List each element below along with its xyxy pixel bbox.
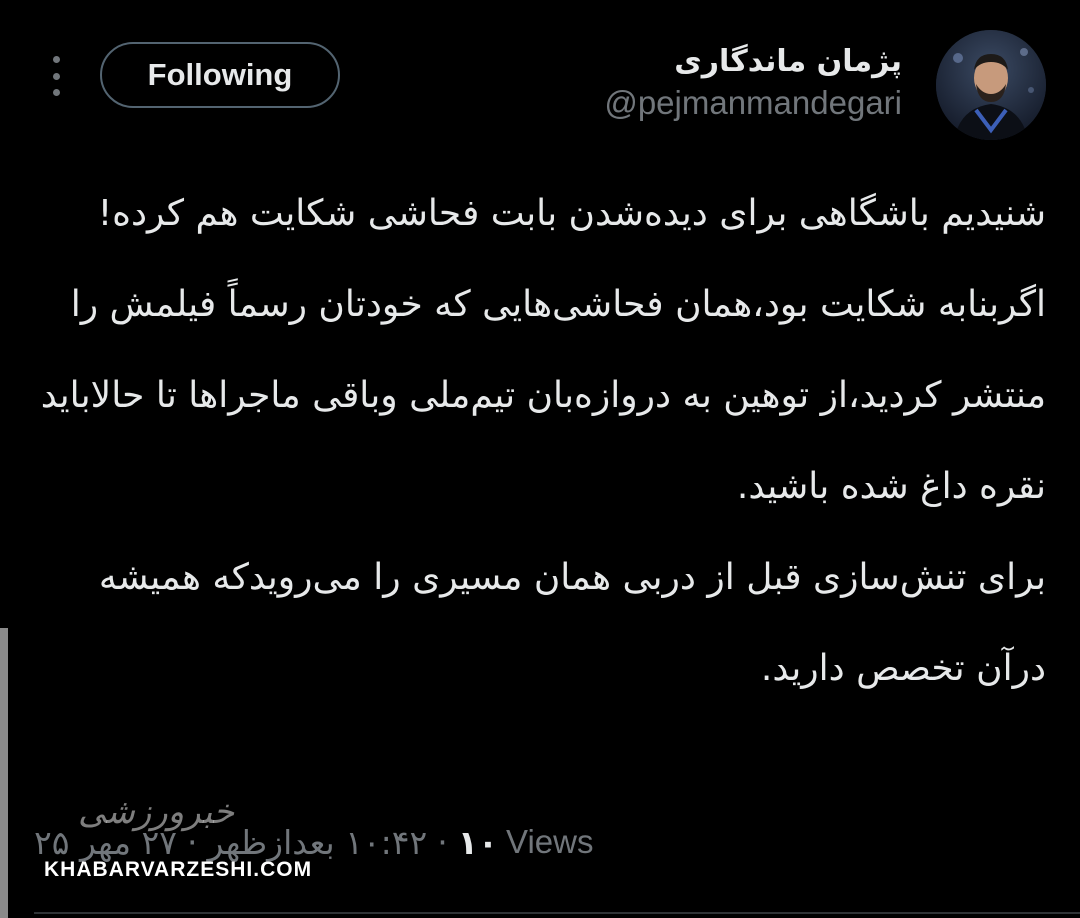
following-button[interactable]: Following (100, 42, 340, 108)
avatar[interactable] (936, 30, 1046, 140)
divider (34, 912, 1080, 914)
tweet-date[interactable]: ۲۷ مهر ۲۵ (34, 823, 177, 862)
display-name[interactable]: پژمان ماندگاری (674, 44, 902, 79)
user-handle[interactable]: @pejmanmandegari (604, 84, 902, 122)
tweet-time[interactable]: ۱۰:۴۲ بعدازظهر (207, 823, 427, 862)
separator-dot: · (186, 822, 198, 862)
tweet-text: شنیدیم باشگاهی برای دیده‌شدن بابت فحاشی … (40, 193, 1046, 689)
views-label: Views (506, 823, 594, 860)
avatar-photo (936, 30, 1046, 140)
tweet-meta: ۲۷ مهر ۲۵ · ۱۰:۴۲ بعدازظهر · ۱۰ Views (34, 812, 593, 872)
more-options-icon[interactable] (48, 56, 64, 96)
separator-dot: · (437, 822, 448, 862)
scroll-edge (0, 628, 8, 918)
views-count: ۱۰ (457, 822, 499, 862)
